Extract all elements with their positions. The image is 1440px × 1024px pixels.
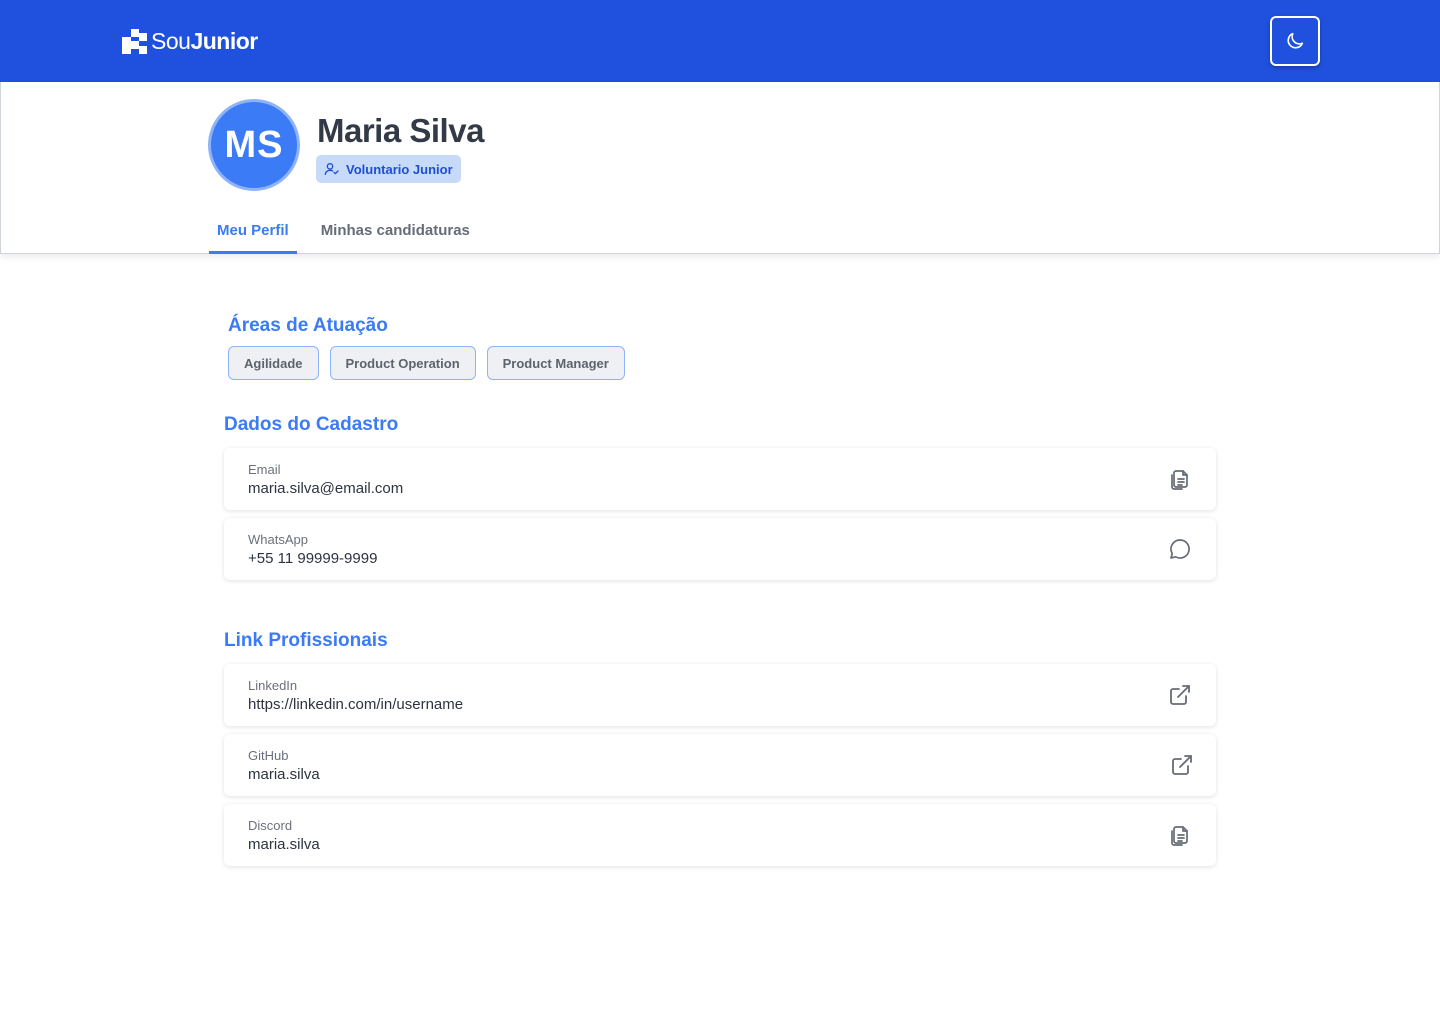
- whatsapp-card: WhatsApp +55 11 99999-9999: [224, 518, 1216, 580]
- email-label: Email: [248, 462, 281, 477]
- linkedin-label: LinkedIn: [248, 678, 298, 693]
- theme-toggle-button[interactable]: [1270, 16, 1320, 66]
- role-badge-label: Voluntario Junior: [346, 161, 453, 177]
- profile-header: MS Maria Silva Voluntario Junior Meu Per…: [0, 82, 1440, 254]
- discord-label: Discord: [248, 818, 293, 833]
- role-badge: Voluntario Junior: [316, 155, 461, 183]
- github-label: GitHub: [248, 748, 289, 763]
- email-value: maria.silva@email.com: [248, 480, 404, 497]
- copy-icon[interactable]: [1168, 823, 1192, 847]
- area-chip: Product Manager: [486, 346, 625, 380]
- tab-minhas-candidaturas[interactable]: Minhas candidaturas: [313, 212, 478, 254]
- logo[interactable]: SouJunior: [122, 27, 258, 55]
- user-check-icon: [324, 163, 339, 175]
- linkedin-value: https://linkedin.com/in/username: [248, 696, 464, 713]
- discord-value: maria.silva: [248, 836, 320, 853]
- tab-meu-perfil[interactable]: Meu Perfil: [209, 212, 297, 254]
- github-value: maria.silva: [248, 766, 320, 783]
- logo-text: SouJunior: [151, 27, 258, 54]
- areas-title: Áreas de Atuação: [228, 315, 388, 336]
- avatar-initials: MS: [224, 123, 284, 166]
- links-title: Link Profissionais: [224, 630, 388, 651]
- copy-icon[interactable]: [1168, 467, 1192, 491]
- github-card: GitHub maria.silva: [224, 734, 1216, 796]
- user-name: Maria Silva: [317, 112, 484, 149]
- linkedin-card: LinkedIn https://linkedin.com/in/usernam…: [224, 664, 1216, 726]
- area-chip: Product Operation: [329, 346, 476, 380]
- external-link-icon[interactable]: [1170, 753, 1194, 777]
- whatsapp-label: WhatsApp: [248, 532, 308, 547]
- profile-tabs: Meu Perfil Minhas candidaturas: [209, 212, 494, 254]
- top-bar: SouJunior: [0, 0, 1440, 82]
- avatar: MS: [208, 99, 300, 191]
- cadastro-title: Dados do Cadastro: [224, 414, 399, 435]
- email-card: Email maria.silva@email.com: [224, 448, 1216, 510]
- whatsapp-value: +55 11 99999-9999: [248, 550, 378, 567]
- area-chip: Agilidade: [228, 346, 319, 380]
- chat-icon[interactable]: [1168, 537, 1192, 561]
- areas-chips: Agilidade Product Operation Product Mana…: [228, 346, 625, 380]
- external-link-icon[interactable]: [1168, 683, 1192, 707]
- discord-card: Discord maria.silva: [224, 804, 1216, 866]
- logo-mark-icon: [122, 28, 147, 54]
- moon-icon: [1287, 32, 1304, 49]
